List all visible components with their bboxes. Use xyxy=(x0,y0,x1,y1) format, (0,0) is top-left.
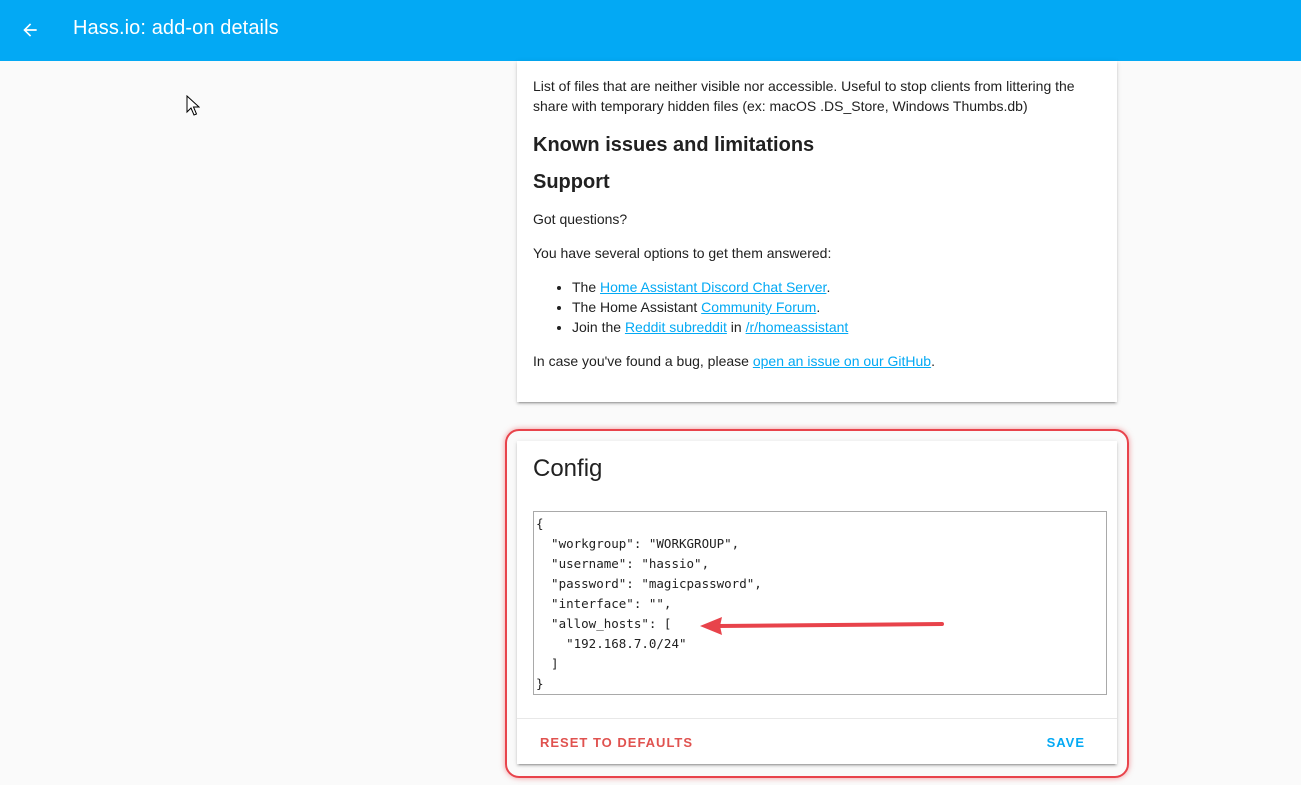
config-title: Config xyxy=(533,455,603,482)
config-card: Config Reset to defaults Save xyxy=(517,441,1117,764)
config-json-editor[interactable] xyxy=(533,511,1107,695)
addon-documentation-card: List of files that are neither visible n… xyxy=(517,61,1117,402)
arrow-left-icon xyxy=(23,23,37,37)
known-issues-heading: Known issues and limitations xyxy=(533,134,815,156)
support-heading: Support xyxy=(533,171,610,193)
veto-files-description: List of files that are neither visible n… xyxy=(533,78,1075,114)
save-button[interactable]: Save xyxy=(1039,725,1093,761)
mouse-cursor-icon xyxy=(186,95,200,116)
reset-to-defaults-button[interactable]: Reset to defaults xyxy=(532,725,701,761)
reddit-link[interactable]: Reddit subreddit xyxy=(625,319,727,335)
config-card-actions: Reset to defaults Save xyxy=(517,718,1117,764)
bug-report-text: In case you've found a bug, please open … xyxy=(533,353,935,369)
questions-text: Got questions? xyxy=(533,211,628,227)
discord-link[interactable]: Home Assistant Discord Chat Server xyxy=(600,279,826,295)
back-button[interactable] xyxy=(14,14,46,46)
list-item: The Home Assistant Community Forum. xyxy=(572,297,848,317)
list-item: The Home Assistant Discord Chat Server. xyxy=(572,277,848,297)
homeassistant-subreddit-link[interactable]: /r/homeassistant xyxy=(746,319,849,335)
list-item: Join the Reddit subreddit in /r/homeassi… xyxy=(572,317,848,337)
github-issue-link[interactable]: open an issue on our GitHub xyxy=(753,353,931,369)
page-title: Hass.io: add-on details xyxy=(73,17,279,39)
support-options-list: The Home Assistant Discord Chat Server. … xyxy=(533,277,848,337)
options-text: You have several options to get them ans… xyxy=(533,245,832,261)
community-forum-link[interactable]: Community Forum xyxy=(701,299,816,315)
app-toolbar: Hass.io: add-on details xyxy=(0,0,1301,61)
